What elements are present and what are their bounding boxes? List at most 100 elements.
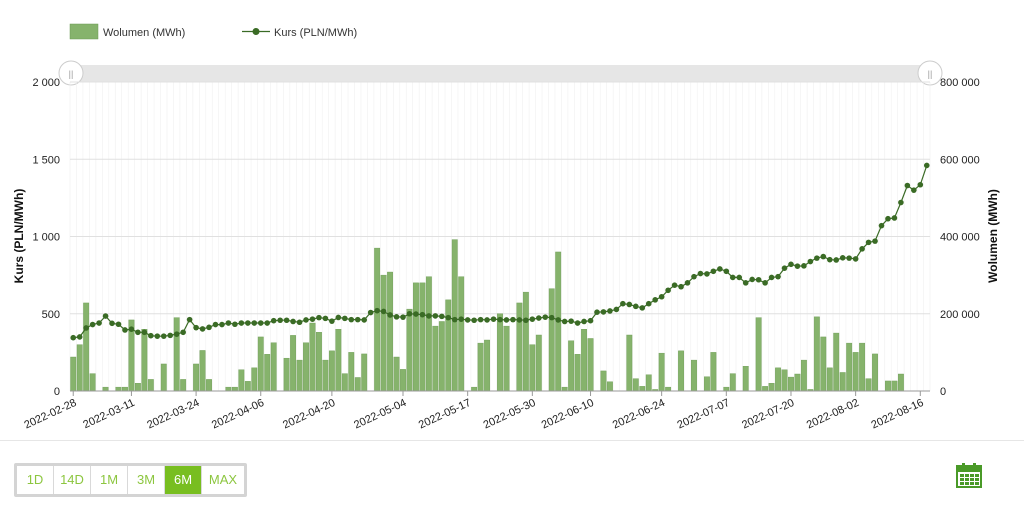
price-point[interactable] — [264, 320, 271, 326]
price-point[interactable] — [652, 297, 658, 303]
price-point[interactable] — [736, 274, 743, 281]
price-point[interactable] — [742, 280, 749, 286]
volume-bar[interactable] — [83, 302, 90, 392]
price-point[interactable] — [594, 309, 600, 316]
price-point[interactable] — [335, 314, 342, 321]
volume-bar[interactable] — [691, 359, 697, 392]
volume-bar[interactable] — [813, 316, 820, 392]
price-point[interactable] — [542, 314, 549, 320]
volume-bar[interactable] — [471, 386, 478, 392]
volume-bar[interactable] — [723, 386, 730, 392]
volume-bar[interactable] — [859, 342, 866, 392]
price-point[interactable] — [768, 274, 775, 281]
price-point[interactable] — [581, 318, 587, 325]
price-point[interactable] — [607, 308, 613, 314]
legend-price-label[interactable]: Kurs (PLN/MWh) — [274, 27, 357, 39]
price-point[interactable] — [238, 320, 245, 326]
price-point[interactable] — [826, 256, 833, 263]
volume-bar[interactable] — [122, 386, 128, 392]
price-point[interactable] — [820, 253, 827, 260]
price-point[interactable] — [587, 317, 594, 324]
price-point[interactable] — [180, 329, 186, 336]
volume-bar[interactable] — [658, 352, 665, 392]
price-point[interactable] — [458, 316, 465, 322]
volume-bar[interactable] — [290, 335, 296, 392]
price-point[interactable] — [911, 187, 917, 193]
volume-bar[interactable] — [639, 386, 646, 392]
volume-bar[interactable] — [891, 380, 898, 392]
volume-bar[interactable] — [102, 386, 109, 392]
price-point[interactable] — [406, 310, 413, 317]
price-point[interactable] — [206, 324, 212, 331]
price-point[interactable] — [529, 316, 536, 322]
volume-bar[interactable] — [872, 353, 878, 392]
price-point[interactable] — [814, 255, 820, 261]
price-point[interactable] — [775, 273, 781, 280]
price-point[interactable] — [232, 321, 238, 328]
price-point[interactable] — [419, 311, 426, 318]
price-point[interactable] — [257, 320, 264, 326]
price-point[interactable] — [691, 273, 697, 280]
price-point[interactable] — [781, 265, 788, 271]
price-point[interactable] — [807, 258, 814, 265]
price-point[interactable] — [270, 317, 277, 324]
price-point[interactable] — [723, 268, 730, 275]
volume-bar[interactable] — [206, 379, 212, 392]
price-point[interactable] — [367, 309, 374, 316]
volume-bar[interactable] — [173, 317, 180, 392]
volume-bar[interactable] — [89, 373, 96, 392]
volume-bar[interactable] — [413, 282, 419, 392]
volume-bar[interactable] — [846, 342, 853, 392]
price-point[interactable] — [115, 321, 122, 328]
price-point[interactable] — [484, 317, 490, 323]
volume-bar[interactable] — [710, 352, 717, 392]
range-button-6m[interactable]: 6M — [165, 466, 202, 494]
volume-bar[interactable] — [419, 282, 426, 392]
price-point[interactable] — [451, 316, 458, 323]
volume-bar[interactable] — [225, 386, 232, 392]
price-point[interactable] — [212, 321, 219, 328]
volume-bar[interactable] — [387, 271, 393, 392]
price-point[interactable] — [762, 280, 768, 286]
legend-volume-label[interactable]: Wolumen (MWh) — [103, 27, 185, 39]
price-point[interactable] — [872, 238, 878, 244]
price-point[interactable] — [219, 321, 225, 328]
price-point[interactable] — [620, 300, 626, 307]
price-point[interactable] — [277, 317, 283, 324]
navigator-right-handle[interactable]: || — [917, 60, 943, 86]
price-point[interactable] — [96, 320, 102, 326]
price-point[interactable] — [645, 300, 652, 307]
volume-bar[interactable] — [303, 342, 309, 392]
price-point[interactable] — [186, 316, 193, 323]
volume-bar[interactable] — [458, 276, 465, 392]
price-point[interactable] — [717, 266, 723, 272]
volume-bar[interactable] — [568, 340, 575, 392]
volume-bar[interactable] — [897, 373, 904, 392]
volume-bar[interactable] — [438, 321, 445, 392]
price-point[interactable] — [309, 316, 316, 322]
volume-bar[interactable] — [497, 313, 503, 392]
volume-bar[interactable] — [574, 354, 581, 392]
price-point[interactable] — [245, 320, 251, 326]
price-point[interactable] — [167, 332, 174, 339]
price-point[interactable] — [283, 317, 290, 324]
volume-bar[interactable] — [665, 386, 672, 392]
volume-bar[interactable] — [134, 383, 141, 392]
volume-bar[interactable] — [788, 376, 794, 392]
range-button-1d[interactable]: 1D — [17, 466, 54, 494]
price-point[interactable] — [128, 326, 135, 333]
volume-bar[interactable] — [600, 370, 607, 392]
range-button-14d[interactable]: 14D — [54, 466, 91, 494]
volume-bar[interactable] — [561, 386, 568, 392]
price-point[interactable] — [697, 270, 704, 277]
volume-bar[interactable] — [335, 329, 342, 392]
volume-bar[interactable] — [328, 350, 335, 392]
price-point[interactable] — [678, 283, 684, 290]
price-point[interactable] — [109, 320, 115, 327]
price-point[interactable] — [361, 317, 368, 323]
volume-bar[interactable] — [445, 299, 452, 392]
volume-bar[interactable] — [257, 336, 264, 392]
volume-bar[interactable] — [406, 308, 413, 392]
volume-bar[interactable] — [374, 247, 381, 392]
volume-bar[interactable] — [704, 376, 710, 392]
